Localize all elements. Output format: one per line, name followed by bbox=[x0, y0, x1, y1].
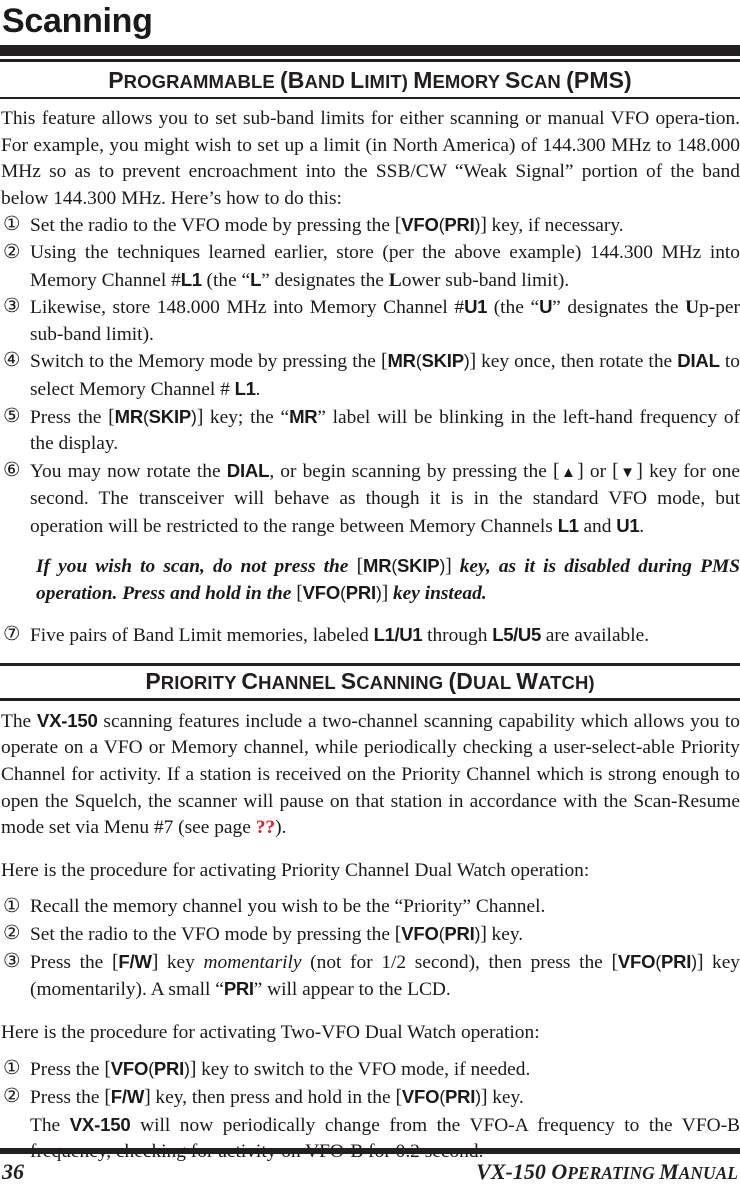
list-item: ① Set the radio to the VFO mode by pressi… bbox=[0, 212, 740, 240]
section-heading-pms-text: PROGRAMMABLE (BAND LIMIT) MEMORY SCAN (P… bbox=[108, 66, 632, 93]
list-item: ② Using the techniques learned earlier, s… bbox=[3, 241, 740, 291]
section-heading-priority-text: PRIORITY CHANNEL SCANNING (DUAL WATCH) bbox=[145, 668, 595, 695]
steps-list-priority-1: ① Recall the memory channel you wish to b… bbox=[0, 894, 740, 1003]
step-number: ① bbox=[3, 896, 21, 918]
step-number: ⑦ bbox=[3, 623, 21, 645]
section-heading-pms: PROGRAMMABLE (BAND LIMIT) MEMORY SCAN (P… bbox=[0, 65, 740, 97]
page-number: 36 bbox=[2, 1159, 24, 1184]
label-u1: U1 bbox=[616, 514, 640, 536]
list-item: ④ Switch to the Memory mode by pressing t… bbox=[3, 350, 740, 400]
step-number: ① bbox=[3, 1058, 21, 1080]
key-vfo-pri: [VFO(PRI)] bbox=[104, 1058, 197, 1081]
key-down-arrow: [▼] bbox=[612, 459, 643, 482]
key-mr-skip: [MR(SKIP)] bbox=[108, 405, 204, 428]
step-number: ② bbox=[3, 241, 21, 263]
label-u1: U1 bbox=[464, 296, 488, 318]
step-number: ④ bbox=[3, 350, 21, 372]
list-item: ⑦ Five pairs of Band Limit memories, labe… bbox=[0, 622, 740, 650]
label-pri: PRI bbox=[223, 978, 254, 1000]
label-model: VX-150 bbox=[36, 709, 98, 731]
label-u: U bbox=[539, 296, 553, 318]
list-item: ③ Likewise, store 148.000 MHz into Memory… bbox=[3, 296, 740, 345]
key-mr-skip: [MR(SKIP)] bbox=[356, 554, 452, 577]
paragraph-priority-lead-2: Here is the procedure for activating Two… bbox=[1, 1021, 540, 1043]
footer-manual-title: VX-150 OPERATING MANUAL bbox=[476, 1159, 738, 1184]
steps-list-pms-final: ⑦ Five pairs of Band Limit memories, labe… bbox=[0, 622, 740, 650]
manual-page: Scanning PROGRAMMABLE (BAND LIMIT) MEMOR… bbox=[0, 0, 740, 1191]
list-item: ① Press the [VFO(PRI)] key to switch to t… bbox=[0, 1056, 740, 1084]
label-dial: DIAL bbox=[677, 350, 720, 372]
section-rule-priority-bottom bbox=[0, 698, 740, 701]
key-vfo-pri: [VFO(PRI)] bbox=[394, 922, 487, 945]
page-footer: 36 VX-150 OPERATING MANUAL bbox=[0, 1148, 740, 1191]
label-l1-u1: L1/U1 bbox=[373, 623, 423, 645]
label-model: VX-150 bbox=[69, 1113, 131, 1135]
chapter-rule-thick bbox=[0, 45, 740, 56]
list-item: ⑤ Press the [MR(SKIP)] key; the “MR” labe… bbox=[3, 405, 740, 455]
label-mr: MR bbox=[289, 405, 318, 427]
key-fw: [F/W] bbox=[111, 950, 159, 973]
step-number: ③ bbox=[3, 296, 21, 318]
paragraph-pms-intro: This feature allows you to set sub-band … bbox=[1, 108, 740, 209]
label-l5-u5: L5/U5 bbox=[492, 623, 541, 645]
list-item: ③ Press the [F/W] key momentarily (not fo… bbox=[3, 950, 740, 1001]
step-number: ③ bbox=[3, 950, 21, 972]
list-item: ② Set the radio to the VFO mode by pressi… bbox=[0, 921, 740, 949]
step-number: ② bbox=[3, 1085, 21, 1107]
steps-list-pms: ① Set the radio to the VFO mode by pressi… bbox=[0, 212, 740, 540]
chapter-title: Scanning bbox=[2, 2, 153, 40]
step-number: ⑤ bbox=[3, 405, 21, 427]
section-rule-pms bbox=[0, 96, 740, 99]
chapter-rule-thin bbox=[0, 59, 740, 62]
key-vfo-pri: [VFO(PRI)] bbox=[395, 1085, 488, 1108]
label-l: L bbox=[250, 268, 262, 290]
key-vfo-pri: [VFO(PRI)] bbox=[611, 950, 704, 973]
key-mr-skip: [MR(SKIP)] bbox=[380, 350, 476, 373]
label-dial: DIAL bbox=[226, 459, 270, 481]
label-l1: L1 bbox=[180, 268, 202, 290]
key-vfo-pri: [VFO(PRI)] bbox=[394, 214, 487, 237]
key-vfo-pri: [VFO(PRI)] bbox=[296, 582, 389, 605]
label-l1: L1 bbox=[234, 377, 256, 399]
key-fw: [F/W] bbox=[104, 1085, 151, 1108]
key-up-arrow: [▲] bbox=[552, 459, 584, 482]
step-number: ② bbox=[3, 922, 21, 944]
list-item: ⑥ You may now rotate the DIAL, or begin s… bbox=[3, 459, 740, 537]
paragraph-priority-lead-1: Here is the procedure for activating Pri… bbox=[1, 859, 590, 881]
step-number: ① bbox=[3, 214, 21, 236]
label-l1: L1 bbox=[557, 514, 579, 536]
note-pms: If you wish to scan, do not press the [M… bbox=[36, 554, 740, 605]
paragraph-priority-intro: The VX-150 scanning features include a t… bbox=[1, 709, 740, 839]
cross-reference: ?? bbox=[255, 817, 276, 839]
step-number: ⑥ bbox=[3, 459, 21, 481]
list-item: ① Recall the memory channel you wish to b… bbox=[0, 894, 740, 921]
